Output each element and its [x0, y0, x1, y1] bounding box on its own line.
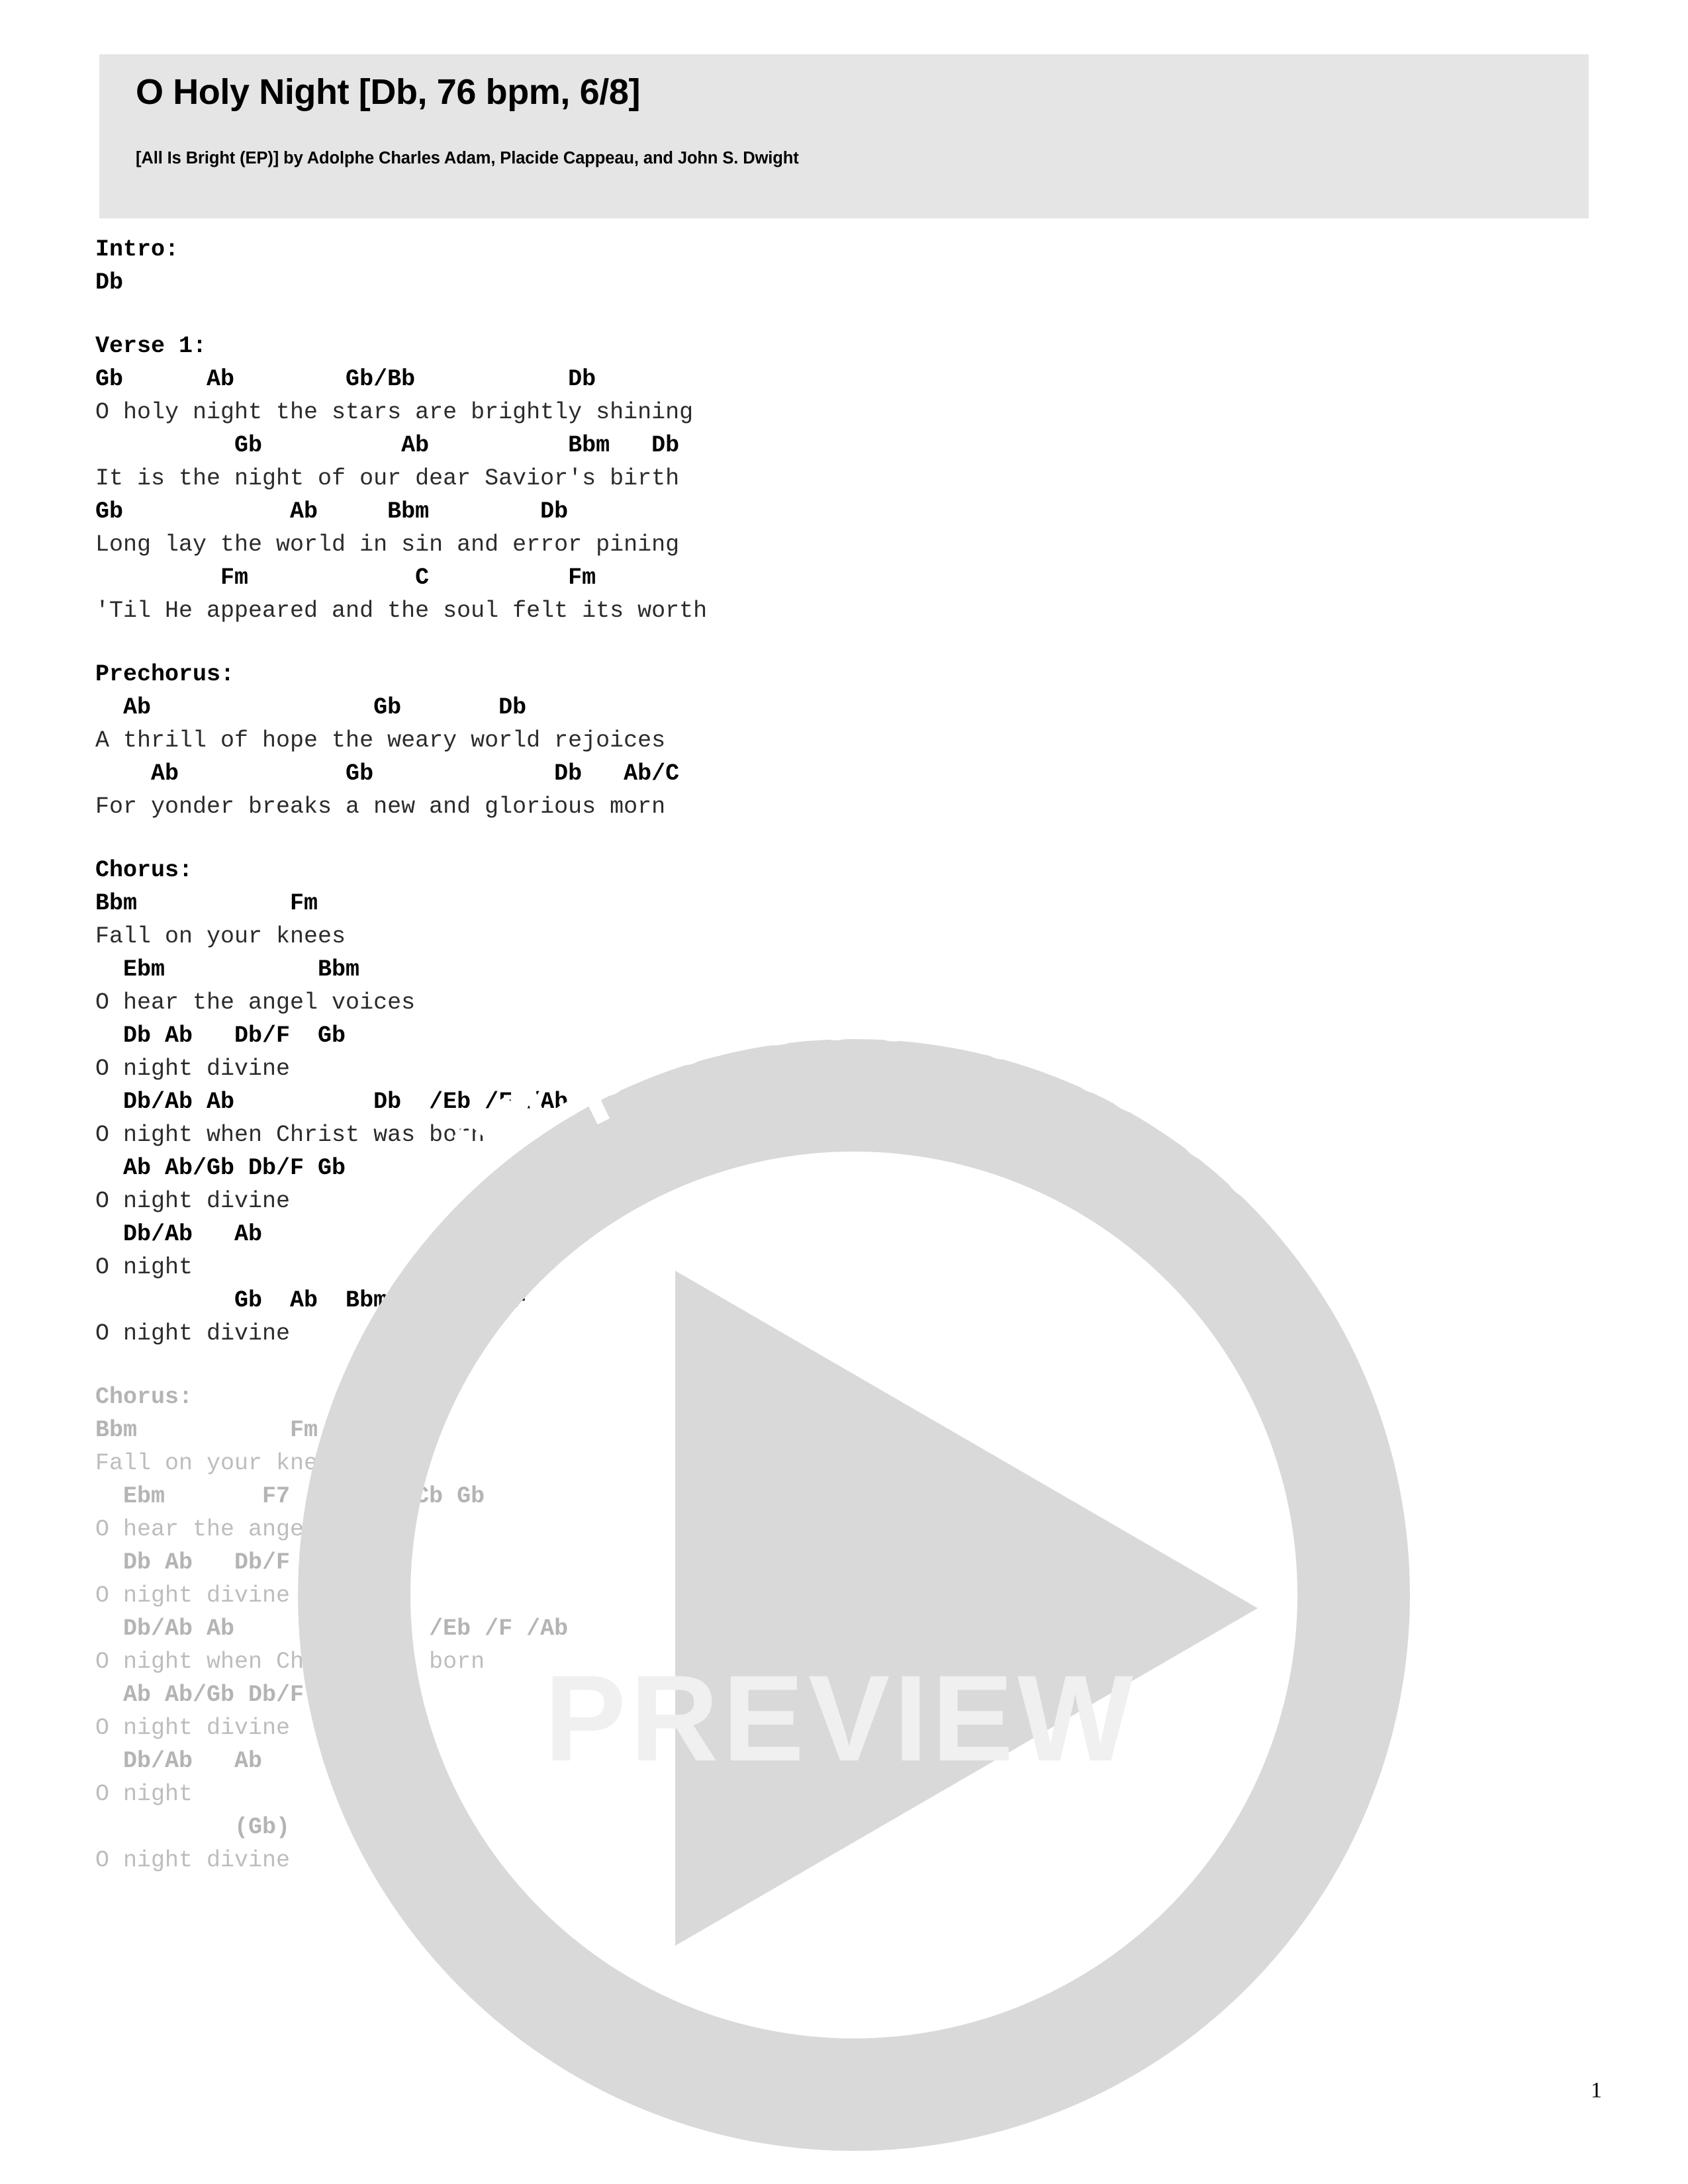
chord-line: Db Ab Db/F Gb: [95, 1023, 346, 1049]
lyric-line: 'Til He appeared and the soul felt its w…: [95, 598, 708, 624]
chord-line: Ebm F7 Bbm Cb Gb: [95, 1483, 485, 1510]
chord-line: Gb Ab Bbm Fsus4 F: [95, 1287, 527, 1314]
lyric-line: O hear the angel voices: [95, 989, 416, 1016]
section-chorus-2: Chorus: Bbm Fm Fall on your knees Ebm F7 B…: [95, 1381, 1605, 1877]
lyric-line: O night divine: [95, 1582, 291, 1609]
lyric-line: Long lay the world in sin and error pini…: [95, 531, 680, 558]
chord-line: Fm C Fm: [95, 565, 596, 591]
page-subtitle: [All Is Bright (EP)] by Adolphe Charles …: [136, 149, 799, 167]
lyric-line: O night when Christ was born: [95, 1122, 485, 1148]
section-label: Chorus:: [95, 857, 193, 884]
chord-line: Db/Ab Ab Db /Eb /F /Ab: [95, 1089, 569, 1115]
lyric-line: O night when Christ was born: [95, 1649, 485, 1675]
lyric-line: O night: [95, 1254, 193, 1281]
section-label: Verse 1:: [95, 333, 207, 359]
chord-line: Gb Ab Bbm Db: [95, 432, 680, 459]
lyric-line: O night divine: [95, 1320, 291, 1347]
chord-line: Gb Ab Bbm Db: [95, 498, 569, 525]
chord-line: Bbm Fm: [95, 890, 318, 917]
chord-line: Db/Ab Ab: [95, 1748, 263, 1774]
chord-line: Db Ab Db/F Gb: [95, 1549, 346, 1576]
page-number: 1: [1591, 2078, 1602, 2103]
lyric-line: O night divine: [95, 1188, 291, 1214]
chord-line: Db: [95, 269, 124, 296]
chord-chart: Intro: Db Verse 1: Gb Ab Gb/Bb Db O holy nig…: [95, 233, 1605, 1877]
lyric-line: O night divine: [95, 1715, 291, 1741]
chord-line: Ab Ab/Gb Db/F Gb: [95, 1682, 346, 1708]
lyric-line: O night divine: [95, 1056, 291, 1082]
lyric-line: Fall on your knees: [95, 1450, 346, 1477]
lyric-line: Fall on your knees: [95, 923, 346, 950]
lyric-line: For yonder breaks a new and glorious mor…: [95, 794, 666, 820]
chord-line: (Gb): [95, 1814, 291, 1841]
section-label: Intro:: [95, 236, 179, 263]
chord-line: Db/Ab Ab Db /Eb /F /Ab: [95, 1615, 569, 1642]
section-prechorus: Prechorus: Ab Gb Db A thrill of hope the …: [95, 658, 1605, 823]
chord-line: Db/Ab Ab: [95, 1221, 263, 1248]
chord-line: Ab Gb Db Ab/C: [95, 760, 680, 787]
chord-line: Bbm Fm: [95, 1417, 318, 1443]
section-chorus-1: Chorus: Bbm Fm Fall on your knees Ebm Bbm O…: [95, 854, 1605, 1350]
lyric-line: A thrill of hope the weary world rejoice…: [95, 727, 666, 754]
section-intro: Intro: Db: [95, 233, 1605, 299]
lyric-line: It is the night of our dear Savior's bir…: [95, 465, 680, 492]
section-label: Chorus:: [95, 1384, 193, 1410]
section-verse-1: Verse 1: Gb Ab Gb/Bb Db O holy night the s…: [95, 330, 1605, 627]
page-title: O Holy Night [Db, 76 bpm, 6/8]: [136, 72, 641, 112]
chord-line: Ab Gb Db: [95, 694, 527, 721]
section-label: Prechorus:: [95, 661, 235, 688]
lyric-line: O night: [95, 1781, 193, 1807]
lyric-line: O holy night the stars are brightly shin…: [95, 399, 694, 426]
lyric-line: O hear the angel voices: [95, 1516, 416, 1543]
lyric-line: O night divine: [95, 1847, 291, 1874]
chord-line: Ab Ab/Gb Db/F Gb: [95, 1155, 346, 1181]
chord-line: Ebm Bbm: [95, 956, 360, 983]
chord-line: Gb Ab Gb/Bb Db: [95, 366, 596, 392]
